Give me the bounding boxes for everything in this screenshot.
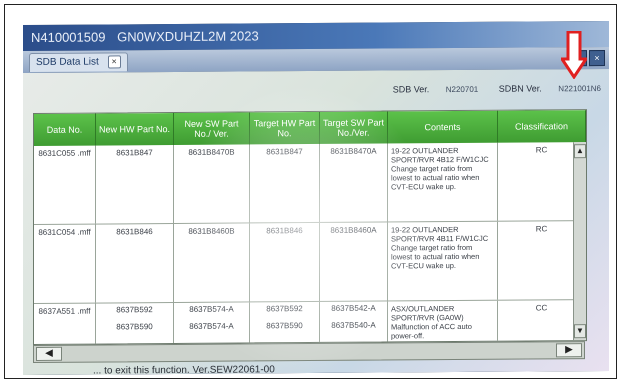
target-hw-line-1: 8637B592 <box>266 304 303 314</box>
vertical-scrollbar[interactable]: ▲ ▼ <box>573 142 586 341</box>
close-window-icon[interactable]: × <box>589 49 605 67</box>
cell-data-no: 8631C054 .mff <box>34 224 96 303</box>
sdb-version-label: SDB Ver. <box>392 84 430 95</box>
sdb-data-table: Data No. New HW Part No. New SW Part No.… <box>33 109 587 345</box>
table-row[interactable]: 8631C054 .mff 8631B846 8631B8460B 8631B8… <box>34 221 586 304</box>
title-id: N410001509 <box>31 29 106 45</box>
cell-new-sw: 8631B8470B <box>174 144 250 223</box>
new-hw-line-1: 8637B592 <box>116 305 153 315</box>
close-icon[interactable]: × <box>107 55 121 69</box>
cell-target-hw: 8631B846 <box>250 222 320 302</box>
sdbn-version-value: N221001N6 <box>558 84 601 94</box>
horizontal-scrollbar[interactable]: ◀ ▶ <box>33 341 585 363</box>
col-new-hw[interactable]: New HW Part No. <box>96 112 174 146</box>
main-content: SDB Ver. N220701 SDBN Ver. N221001N6 Dat… <box>23 68 609 376</box>
cell-new-hw: 8631B846 <box>96 223 174 303</box>
cell-new-hw: 8637B592 8637B590 <box>96 302 174 344</box>
scroll-down-icon[interactable]: ▼ <box>574 324 586 339</box>
new-sw-line-2: 8637B574-A <box>189 321 234 331</box>
sdbn-version-label: SDBN Ver. <box>498 83 542 94</box>
sdb-version-value: N220701 <box>445 84 479 95</box>
scroll-left-icon[interactable]: ◀ <box>36 346 62 361</box>
table-row[interactable]: 8631C055 .mff 8631B847 8631B8470B 8631B8… <box>34 142 586 225</box>
cell-data-no: 8631C055 .mff <box>34 145 96 224</box>
col-target-hw[interactable]: Target HW Part No. <box>250 111 320 145</box>
new-hw-line-2: 8637B590 <box>116 322 153 332</box>
cell-target-hw: 8637B592 8637B590 <box>250 301 320 343</box>
cell-new-sw: 8637B574-A 8637B574-A <box>174 302 250 343</box>
col-target-sw[interactable]: Target SW Part No./Ver. <box>320 111 388 144</box>
col-classification[interactable]: Classification <box>498 110 586 143</box>
tab-sdb-data-list[interactable]: SDB Data List × <box>29 52 128 73</box>
target-sw-line-1: 8637B542-A <box>331 303 376 313</box>
scroll-right-icon[interactable]: ▶ <box>556 343 582 358</box>
target-hw-line-2: 8637B590 <box>266 321 303 331</box>
cell-contents: 19-22 OUTLANDER SPORT/RVR 4B12 F/W1CJC C… <box>388 142 498 222</box>
title-vin: GN0WXDUHZL2M 2023 <box>117 28 259 45</box>
new-sw-line-1: 8637B574-A <box>189 304 234 314</box>
cell-target-sw: 8631B8470A <box>320 143 388 222</box>
red-arrow-annotation-icon <box>561 31 587 79</box>
cell-target-sw: 8637B542-A 8637B540-A <box>320 301 388 342</box>
diagnostic-screen: N410001509 GN0WXDUHZL2M 2023 SDB Data Li… <box>23 20 609 376</box>
col-new-sw[interactable]: New SW Part No./ Ver. <box>174 112 250 145</box>
col-contents[interactable]: Contents <box>388 110 498 144</box>
table-row[interactable]: 8637A551 .mff 8637B592 8637B590 8637B574… <box>34 300 586 345</box>
status-text: ... to exit this function. Ver.SEW22061-… <box>93 364 275 376</box>
tab-label: SDB Data List <box>36 56 99 68</box>
version-bar: SDB Ver. N220701 SDBN Ver. N221001N6 <box>387 83 601 94</box>
col-data-no[interactable]: Data No. <box>34 113 96 146</box>
cell-new-hw: 8631B847 <box>96 144 174 224</box>
window-titlebar: N410001509 GN0WXDUHZL2M 2023 <box>23 20 609 52</box>
cell-new-sw: 8631B8460B <box>174 223 250 302</box>
cell-contents: 19-22 OUTLANDER SPORT/RVR 4B11 F/W1CJC C… <box>388 221 498 301</box>
cell-target-hw: 8631B847 <box>250 143 320 223</box>
scroll-up-icon[interactable]: ▲ <box>574 144 586 159</box>
cell-contents: ASX/OUTLANDER SPORT/RVR (GA0W) Malfuncti… <box>388 300 498 342</box>
target-sw-line-2: 8637B540-A <box>331 320 376 330</box>
photo-frame: N410001509 GN0WXDUHZL2M 2023 SDB Data Li… <box>4 4 617 379</box>
cell-target-sw: 8631B8460A <box>320 222 388 301</box>
table-header: Data No. New HW Part No. New SW Part No.… <box>34 110 586 146</box>
cell-data-no: 8637A551 .mff <box>34 303 96 344</box>
